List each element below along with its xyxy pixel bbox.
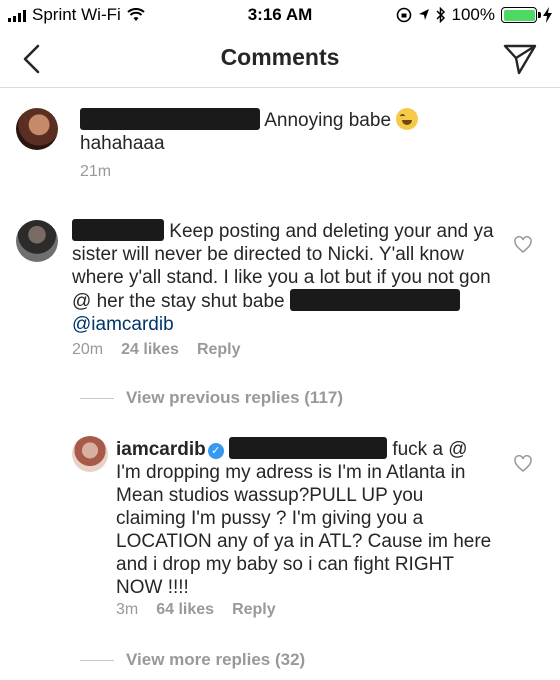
- comment-meta: 3m 64 likes Reply: [116, 601, 276, 619]
- view-previous-replies-label: View previous replies (117): [126, 388, 344, 407]
- comment-body-continued: I'm dropping my adress is I'm in Atlanta…: [116, 462, 492, 598]
- comment-body-continued: hahahaaa: [80, 133, 165, 154]
- avatar[interactable]: [16, 108, 58, 150]
- reply-button[interactable]: Reply: [197, 341, 241, 359]
- comment-time: 20m: [72, 341, 104, 358]
- charging-bolt-icon: [543, 7, 552, 23]
- view-more-replies-label: View more replies (32): [126, 650, 306, 669]
- comment-meta: 20m 24 likes Reply: [72, 341, 241, 359]
- battery-level-fill: [503, 9, 535, 21]
- direct-send-icon[interactable]: [502, 41, 538, 77]
- comment-text: Annoying babe hahahaaa: [80, 108, 520, 155]
- bluetooth-icon: [435, 7, 445, 23]
- verified-badge-icon: ✓: [207, 443, 224, 459]
- reply-button[interactable]: Reply: [232, 601, 276, 619]
- avatar[interactable]: [72, 436, 108, 472]
- redacted-mention: [289, 289, 460, 311]
- status-right: 100%: [396, 5, 552, 25]
- redacted-username: [80, 108, 260, 130]
- avatar[interactable]: [16, 220, 58, 262]
- like-heart-icon[interactable]: [514, 236, 532, 254]
- redacted-mention: [229, 437, 388, 459]
- screen-rotation-lock-icon: [396, 7, 411, 23]
- likes-count[interactable]: 24 likes: [121, 341, 179, 359]
- divider-line: [80, 659, 114, 661]
- comment-time: 21m: [80, 163, 112, 180]
- battery-icon: [501, 7, 541, 23]
- comment-time: 3m: [116, 601, 139, 618]
- comment-meta: 21m: [80, 163, 111, 181]
- like-heart-icon[interactable]: [514, 455, 532, 473]
- comment-body: fuck a @: [392, 439, 468, 460]
- comment-username[interactable]: iamcardib: [116, 439, 206, 460]
- location-arrow-icon: [418, 9, 429, 20]
- comment-text: Keep posting and deleting your and ya si…: [72, 219, 502, 336]
- view-more-replies[interactable]: View more replies (32): [80, 650, 305, 670]
- status-bar: Sprint Wi-Fi 3:16 AM 100%: [0, 0, 560, 30]
- redacted-username: [72, 219, 164, 241]
- likes-count[interactable]: 64 likes: [156, 601, 214, 619]
- battery-percent: 100%: [451, 5, 495, 24]
- mention-link[interactable]: @iamcardib: [72, 314, 174, 335]
- divider-line: [80, 397, 114, 399]
- view-previous-replies[interactable]: View previous replies (117): [80, 388, 343, 408]
- nav-bar: Comments: [0, 30, 560, 88]
- page-title: Comments: [220, 44, 340, 70]
- comment-body: Keep posting and deleting your and: [169, 221, 469, 242]
- rolling-laughing-emoji-icon: [396, 108, 419, 130]
- comment-body: Annoying babe: [264, 110, 392, 131]
- comment-text: iamcardib ✓ fuck a @ I'm dropping my adre…: [116, 437, 496, 599]
